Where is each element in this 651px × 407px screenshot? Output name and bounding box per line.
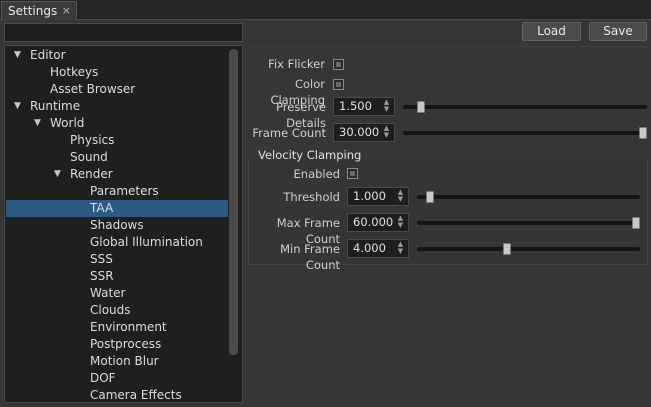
tree-item-label: Postprocess bbox=[90, 337, 162, 351]
color-clamping-checkbox[interactable] bbox=[333, 79, 344, 90]
tree-item-label: Camera Effects bbox=[90, 388, 182, 402]
threshold-field[interactable]: 1.000 ▲ ▼ bbox=[347, 187, 409, 206]
tree-item-water[interactable]: Water bbox=[6, 285, 228, 302]
tab-settings-label: Settings bbox=[8, 4, 58, 18]
tree-item-label: Sound bbox=[70, 150, 108, 164]
close-icon[interactable]: × bbox=[62, 4, 71, 17]
tree-item-label: Water bbox=[90, 286, 126, 300]
tree-item-label: Render bbox=[70, 167, 113, 181]
tree-item-hotkeys[interactable]: Hotkeys bbox=[6, 64, 228, 81]
tree-item-label: Global Illumination bbox=[90, 235, 203, 249]
frame-count-field[interactable]: 30.000 ▲ ▼ bbox=[333, 123, 395, 142]
min-frame-count-label: Min Frame Count bbox=[280, 242, 340, 272]
spinner-arrows-icon[interactable]: ▲ ▼ bbox=[382, 125, 391, 140]
preserve-details-value: 1.500 bbox=[339, 99, 372, 113]
tree-item-label: SSS bbox=[90, 252, 113, 266]
frame-count-label: Frame Count bbox=[252, 126, 326, 140]
tree-item-ssr[interactable]: SSR bbox=[6, 268, 228, 285]
save-button[interactable]: Save bbox=[589, 22, 647, 41]
tree-item-camera-effects[interactable]: Camera Effects bbox=[6, 387, 228, 402]
max-frame-count-value: 60.000 bbox=[353, 215, 394, 229]
expand-arrow-icon[interactable]: ▼ bbox=[14, 47, 21, 64]
max-frame-count-slider[interactable] bbox=[417, 217, 640, 229]
tree-item-label: Clouds bbox=[90, 303, 131, 317]
tree-item-label: Hotkeys bbox=[50, 65, 99, 79]
min-frame-count-field[interactable]: 4.000 ▲ ▼ bbox=[347, 239, 409, 258]
tree-item-label: DOF bbox=[90, 371, 116, 385]
preserve-details-label: Preserve Details bbox=[276, 100, 326, 130]
frame-count-value: 30.000 bbox=[339, 125, 380, 139]
fix-flicker-label: Fix Flicker bbox=[268, 57, 325, 71]
tree-item-label: SSR bbox=[90, 269, 114, 283]
tree-item-global-illumination[interactable]: Global Illumination bbox=[6, 234, 228, 251]
tree-item-taa[interactable]: TAA bbox=[6, 200, 228, 217]
tab-settings[interactable]: Settings × bbox=[1, 1, 77, 20]
divider bbox=[248, 46, 648, 47]
expand-arrow-icon[interactable]: ▼ bbox=[54, 166, 61, 183]
tree-item-sound[interactable]: Sound bbox=[6, 149, 228, 166]
threshold-label: Threshold bbox=[283, 190, 340, 204]
load-button[interactable]: Load bbox=[522, 22, 581, 41]
search-input[interactable] bbox=[4, 23, 243, 42]
tree-item-label: Parameters bbox=[90, 184, 159, 198]
fix-flicker-checkbox[interactable] bbox=[333, 59, 344, 70]
color-clamping-label: Color Clamping bbox=[270, 77, 325, 107]
slider-handle[interactable] bbox=[632, 217, 640, 229]
tree-item-label: Asset Browser bbox=[50, 82, 136, 96]
tree-item-postprocess[interactable]: Postprocess bbox=[6, 336, 228, 353]
max-frame-count-label: Max Frame Count bbox=[276, 216, 340, 246]
tree-item-label: TAA bbox=[90, 201, 114, 215]
spinner-arrows-icon[interactable]: ▲ ▼ bbox=[382, 99, 391, 114]
spinner-arrows-icon[interactable]: ▲ ▼ bbox=[396, 215, 405, 230]
slider-handle[interactable] bbox=[426, 191, 434, 203]
tree-item-asset-browser[interactable]: Asset Browser bbox=[6, 81, 228, 98]
tab-bar: Settings × bbox=[0, 0, 651, 20]
min-frame-count-value: 4.000 bbox=[353, 241, 386, 255]
enabled-checkbox[interactable] bbox=[347, 168, 358, 179]
velocity-clamping-title: Velocity Clamping bbox=[258, 148, 362, 162]
tree-item-environment[interactable]: Environment bbox=[6, 319, 228, 336]
tree-item-dof[interactable]: DOF bbox=[6, 370, 228, 387]
tree-item-label: Physics bbox=[70, 133, 115, 147]
max-frame-count-field[interactable]: 60.000 ▲ ▼ bbox=[347, 213, 409, 232]
slider-handle[interactable] bbox=[639, 127, 647, 139]
tree-item-label: Shadows bbox=[90, 218, 144, 232]
tree-item-shadows[interactable]: Shadows bbox=[6, 217, 228, 234]
tree-item-label: Runtime bbox=[30, 99, 81, 113]
expand-arrow-icon[interactable]: ▼ bbox=[14, 98, 21, 115]
threshold-value: 1.000 bbox=[353, 189, 386, 203]
tree-item-label: Motion Blur bbox=[90, 354, 159, 368]
settings-tree: ▼ Editor Hotkeys Asset Browser ▼ Runtime ▼ Worl… bbox=[4, 45, 243, 403]
tree-item-label: Environment bbox=[90, 320, 167, 334]
tree-item-render[interactable]: ▼ Render bbox=[6, 166, 228, 183]
min-frame-count-slider[interactable] bbox=[417, 243, 640, 255]
tree-scrollbar[interactable] bbox=[229, 49, 238, 355]
spinner-arrows-icon[interactable]: ▲ ▼ bbox=[396, 189, 405, 204]
enabled-label: Enabled bbox=[293, 167, 340, 181]
preserve-details-slider[interactable] bbox=[403, 101, 647, 113]
frame-count-slider[interactable] bbox=[403, 127, 647, 139]
preserve-details-field[interactable]: 1.500 ▲ ▼ bbox=[333, 97, 395, 116]
settings-window: ▼ Editor Hotkeys Asset Browser ▼ Runtime ▼ Worl… bbox=[0, 20, 651, 407]
slider-handle[interactable] bbox=[503, 243, 511, 255]
tree-item-label: Editor bbox=[30, 48, 66, 62]
spinner-arrows-icon[interactable]: ▲ ▼ bbox=[396, 241, 405, 256]
tree-item-world[interactable]: ▼ World bbox=[6, 115, 228, 132]
tree-item-runtime[interactable]: ▼ Runtime bbox=[6, 98, 228, 115]
tree-item-motion-blur[interactable]: Motion Blur bbox=[6, 353, 228, 370]
tree-item-clouds[interactable]: Clouds bbox=[6, 302, 228, 319]
expand-arrow-icon[interactable]: ▼ bbox=[34, 115, 41, 132]
threshold-slider[interactable] bbox=[417, 191, 640, 203]
tree-item-label: World bbox=[50, 116, 85, 130]
tree-item-sss[interactable]: SSS bbox=[6, 251, 228, 268]
tree-item-parameters[interactable]: Parameters bbox=[6, 183, 228, 200]
tree-item-editor[interactable]: ▼ Editor bbox=[6, 47, 228, 64]
slider-handle[interactable] bbox=[417, 101, 425, 113]
tree-item-physics[interactable]: Physics bbox=[6, 132, 228, 149]
